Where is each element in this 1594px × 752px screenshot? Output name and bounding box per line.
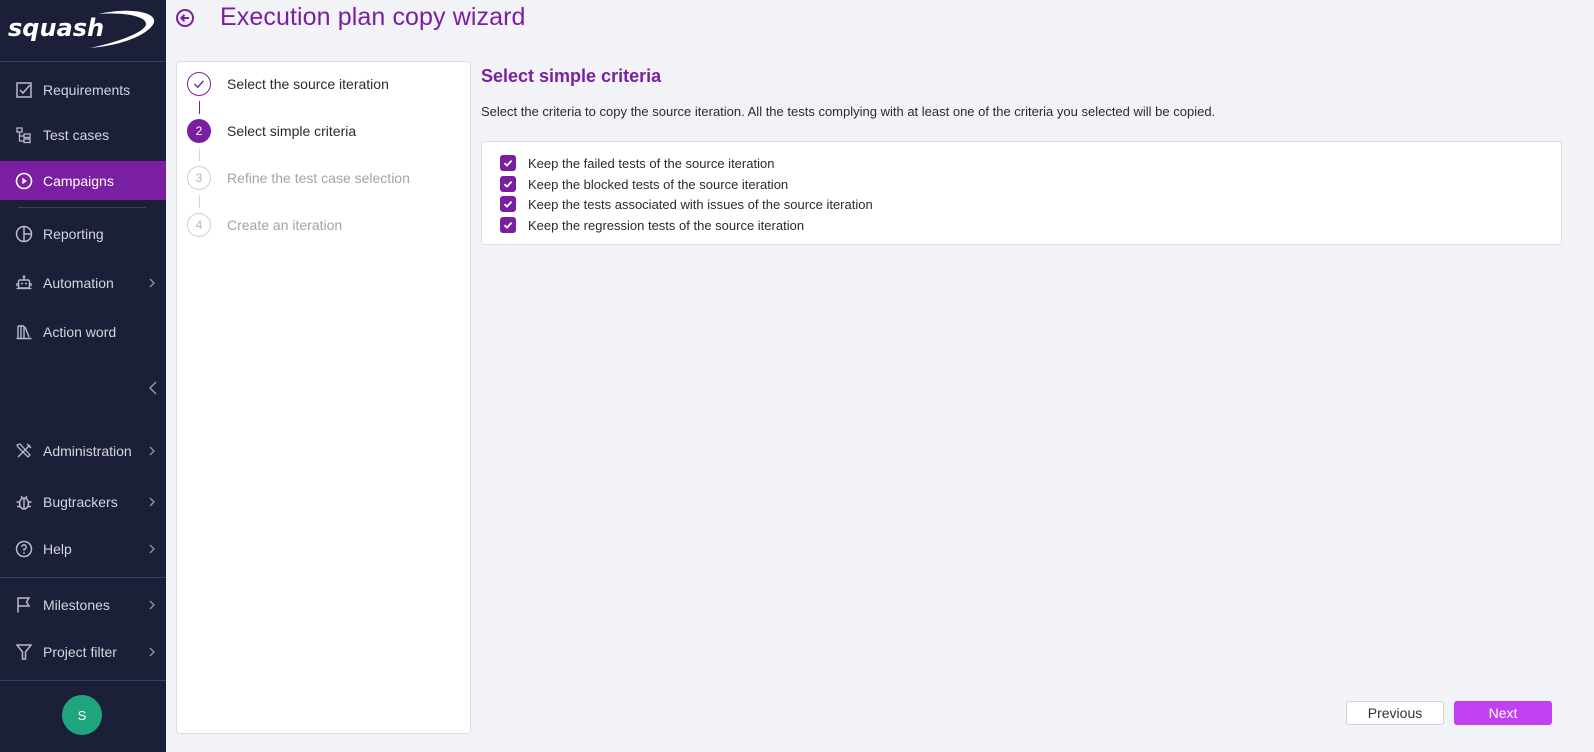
step-select-source-iteration[interactable]: Select the source iteration [187, 71, 389, 97]
sidebar-divider [0, 680, 166, 681]
library-icon [14, 322, 34, 342]
checkbox-checked[interactable] [500, 196, 516, 212]
page-title: Execution plan copy wizard [220, 3, 526, 31]
back-button[interactable] [174, 8, 196, 33]
sidebar-item-label: Bugtrackers [43, 494, 118, 510]
step-label: Create an iteration [227, 217, 343, 233]
pie-chart-icon [14, 224, 34, 244]
sidebar-item-action-word[interactable]: Action word [0, 312, 166, 352]
criterion-blocked-tests[interactable]: Keep the blocked tests of the source ite… [500, 175, 788, 193]
sidebar-item-reporting[interactable]: Reporting [0, 214, 166, 254]
chevron-right-icon [146, 275, 158, 291]
criterion-regression-tests[interactable]: Keep the regression tests of the source … [500, 216, 804, 234]
step-number: 4 [187, 213, 211, 237]
flag-icon [14, 595, 34, 615]
tree-icon [14, 125, 34, 145]
filter-icon [14, 642, 34, 662]
step-create-iteration: 4 Create an iteration [187, 212, 342, 238]
step-label: Refine the test case selection [227, 170, 410, 186]
criterion-tests-with-issues[interactable]: Keep the tests associated with issues of… [500, 195, 873, 213]
wizard-stepper: Select the source iteration 2 Select sim… [176, 61, 471, 734]
step-number: 3 [187, 166, 211, 190]
sidebar-item-label: Campaigns [43, 172, 114, 189]
step-number: 2 [187, 119, 211, 143]
sidebar-item-label: Requirements [43, 82, 131, 98]
sidebar-item-project-filter[interactable]: Project filter [0, 632, 166, 672]
user-avatar[interactable]: S [62, 695, 102, 735]
sidebar-item-administration[interactable]: Administration [0, 431, 166, 471]
step-refine-test-case-selection: 3 Refine the test case selection [187, 165, 410, 191]
criterion-label: Keep the regression tests of the source … [528, 217, 805, 233]
tools-icon [14, 441, 34, 461]
criterion-label: Keep the blocked tests of the source ite… [528, 176, 789, 192]
chevron-left-icon [148, 381, 158, 400]
arrow-left-circle-icon [175, 8, 195, 33]
check-icon [503, 180, 513, 188]
step-label: Select the source iteration [227, 76, 389, 92]
step-connector [199, 148, 200, 161]
checkbox-checked[interactable] [500, 217, 516, 233]
sidebar-item-label: Milestones [43, 597, 110, 613]
sidebar-item-label: Reporting [43, 226, 104, 242]
step-select-simple-criteria: 2 Select simple criteria [187, 118, 356, 144]
sidebar-item-test-cases[interactable]: Test cases [0, 115, 166, 155]
step-connector [199, 195, 200, 208]
step-done-check-icon [187, 72, 211, 96]
checkbox-checked[interactable] [500, 155, 516, 171]
robot-icon [14, 273, 34, 293]
step-label: Select simple criteria [227, 123, 357, 139]
sidebar-item-label: Administration [43, 443, 132, 459]
sidebar-item-label: Help [43, 541, 72, 557]
chevron-right-icon [146, 494, 158, 510]
bug-icon [14, 492, 34, 512]
check-icon [503, 221, 513, 229]
squash-logo[interactable]: squash [0, 0, 166, 62]
sidebar-item-label: Test cases [43, 127, 110, 143]
logo-text: squash [8, 14, 104, 42]
chevron-right-icon [146, 541, 158, 557]
help-circle-icon [14, 539, 34, 559]
chevron-right-icon [146, 597, 158, 613]
checkbox-icon [14, 80, 34, 100]
sidebar-item-bugtrackers[interactable]: Bugtrackers [0, 482, 166, 522]
collapse-sidebar-button[interactable] [144, 380, 162, 400]
criterion-label: Keep the tests associated with issues of… [528, 196, 873, 212]
play-circle-icon [14, 171, 34, 191]
sidebar-divider [0, 577, 166, 578]
criterion-label: Keep the failed tests of the source iter… [528, 155, 775, 171]
sidebar: squash Requirements Test cases Campaigns… [0, 0, 166, 752]
sidebar-item-automation[interactable]: Automation [0, 263, 166, 303]
sidebar-item-label: Action word [43, 324, 117, 340]
logo-swoosh-icon: squash [8, 10, 155, 48]
sidebar-item-label: Automation [43, 275, 114, 291]
chevron-right-icon [146, 644, 158, 660]
section-description: Select the criteria to copy the source i… [481, 104, 1216, 119]
sidebar-item-campaigns[interactable]: Campaigns [0, 161, 166, 200]
chevron-right-icon [146, 443, 158, 459]
section-title: Select simple criteria [481, 66, 662, 86]
next-button[interactable]: Next [1454, 701, 1552, 725]
sidebar-item-milestones[interactable]: Milestones [0, 585, 166, 625]
previous-button[interactable]: Previous [1346, 701, 1444, 725]
step-connector [199, 101, 200, 114]
check-icon [503, 200, 513, 208]
sidebar-item-requirements[interactable]: Requirements [0, 70, 166, 110]
criterion-failed-tests[interactable]: Keep the failed tests of the source iter… [500, 154, 774, 172]
sidebar-item-label: Project filter [43, 644, 117, 660]
sidebar-item-help[interactable]: Help [0, 529, 166, 569]
checkbox-checked[interactable] [500, 176, 516, 192]
check-icon [503, 159, 513, 167]
criteria-list: Keep the failed tests of the source iter… [481, 141, 1562, 245]
sidebar-divider [18, 207, 146, 208]
